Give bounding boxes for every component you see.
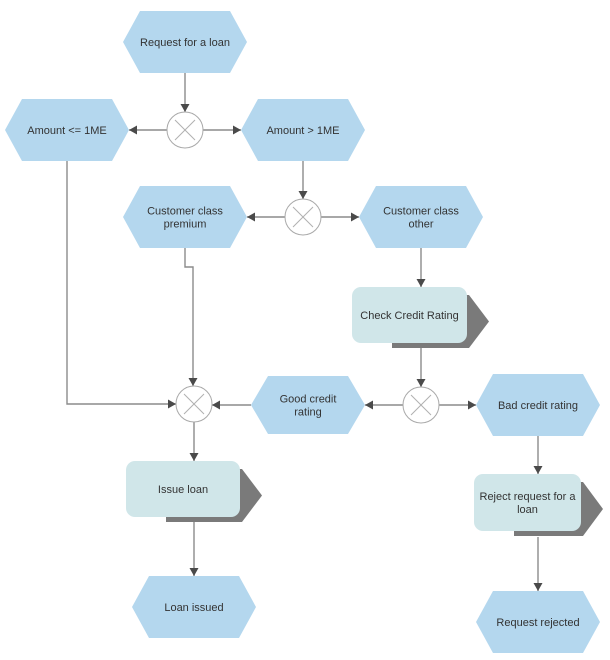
arrowhead-icon bbox=[533, 466, 543, 474]
arrowhead-icon bbox=[212, 400, 220, 410]
edge-e_request-to-x1 bbox=[180, 73, 190, 112]
event-request[interactable]: Request for a loan bbox=[123, 11, 247, 73]
arrowhead-icon bbox=[298, 191, 308, 199]
event-good[interactable]: Good creditrating bbox=[251, 376, 365, 434]
edge-x4-to-f_issue bbox=[189, 422, 199, 461]
event-label: Request rejected bbox=[496, 617, 579, 629]
event-label: Amount > 1ME bbox=[266, 125, 339, 137]
function-label: Issue loan bbox=[158, 484, 208, 496]
edge-x1-to-e_amount_gt bbox=[203, 125, 241, 135]
arrowhead-icon bbox=[189, 453, 199, 461]
event-amount-gt[interactable]: Amount > 1ME bbox=[241, 99, 365, 161]
function-reject[interactable]: Reject request for aloan bbox=[474, 474, 603, 536]
event-rejected[interactable]: Request rejected bbox=[476, 591, 600, 653]
arrowhead-icon bbox=[416, 279, 426, 287]
arrowhead-icon bbox=[129, 125, 137, 135]
event-label: Amount <= 1ME bbox=[27, 125, 107, 137]
function-label: Check Credit Rating bbox=[360, 310, 458, 322]
edge-x2-to-e_other bbox=[321, 212, 359, 222]
event-label: Bad credit rating bbox=[498, 400, 578, 412]
arrowhead-icon bbox=[416, 379, 426, 387]
xor-connector-x2[interactable] bbox=[284, 198, 322, 236]
event-label: other bbox=[408, 219, 433, 231]
arrowhead-icon bbox=[180, 104, 190, 112]
edge-e_amount_gt-to-x2 bbox=[298, 161, 308, 199]
nodes-layer: Request for a loan Amount <= 1ME Amount > … bbox=[5, 11, 603, 653]
xor-connector-x4[interactable] bbox=[175, 385, 213, 423]
event-other[interactable]: Customer classother bbox=[359, 186, 483, 248]
event-label: rating bbox=[294, 407, 322, 419]
edge-x1-to-e_amount_le bbox=[129, 125, 167, 135]
arrowhead-icon bbox=[365, 400, 373, 410]
edge-f_reject-to-e_rejected bbox=[533, 537, 543, 591]
arrowhead-icon bbox=[468, 400, 476, 410]
function-issue[interactable]: Issue loan bbox=[126, 461, 262, 522]
event-label: Good credit bbox=[280, 394, 337, 406]
edge-x3-to-e_good bbox=[365, 400, 403, 410]
event-premium[interactable]: Customer classpremium bbox=[123, 186, 247, 248]
epc-diagram: Request for a loan Amount <= 1ME Amount > … bbox=[5, 11, 603, 653]
arrowhead-icon bbox=[188, 378, 198, 386]
edge-x2-to-e_premium bbox=[247, 212, 285, 222]
edge-line bbox=[184, 248, 194, 386]
edge-x3-to-e_bad bbox=[439, 400, 476, 410]
xor-connector-x3[interactable] bbox=[402, 386, 440, 424]
function-label: Reject request for a bbox=[480, 491, 577, 503]
xor-connector-x1[interactable] bbox=[166, 111, 204, 149]
arrowhead-icon bbox=[189, 568, 199, 576]
event-issued[interactable]: Loan issued bbox=[132, 576, 256, 638]
edge-f_issue-to-e_issued bbox=[189, 522, 199, 576]
edge-f_check-to-x3 bbox=[416, 348, 426, 387]
event-label: premium bbox=[164, 219, 207, 231]
arrowhead-icon bbox=[533, 583, 543, 591]
edge-e_bad-to-f_reject bbox=[533, 436, 543, 474]
event-label: Customer class bbox=[147, 206, 223, 218]
event-label: Loan issued bbox=[164, 602, 223, 614]
event-label: Customer class bbox=[383, 206, 459, 218]
arrowhead-icon bbox=[168, 399, 176, 409]
function-check[interactable]: Check Credit Rating bbox=[352, 287, 489, 348]
edge-e_good-to-x4 bbox=[212, 400, 251, 410]
arrowhead-icon bbox=[351, 212, 359, 222]
event-label: Request for a loan bbox=[140, 37, 230, 49]
event-bad[interactable]: Bad credit rating bbox=[476, 374, 600, 436]
function-label: loan bbox=[517, 504, 538, 516]
edge-e_premium-to-x4 bbox=[184, 248, 198, 386]
event-amount-le[interactable]: Amount <= 1ME bbox=[5, 99, 129, 161]
arrowhead-icon bbox=[233, 125, 241, 135]
edge-e_other-to-f_check bbox=[416, 248, 426, 287]
arrowhead-icon bbox=[247, 212, 255, 222]
